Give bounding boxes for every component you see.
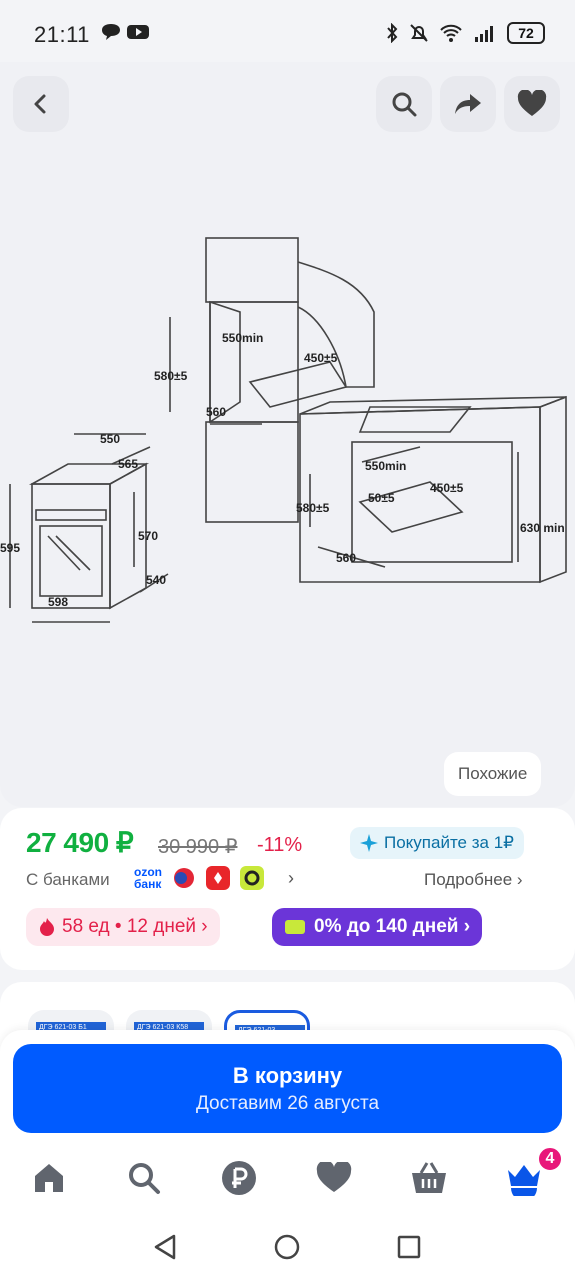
dim-label: 580±5 bbox=[296, 501, 330, 515]
chevron-left-icon bbox=[34, 94, 46, 114]
triangle-back-icon bbox=[154, 1234, 176, 1260]
add-to-cart-label: В корзину bbox=[232, 1062, 343, 1088]
details-link[interactable]: Подробнее › bbox=[424, 870, 523, 890]
card-icon bbox=[285, 920, 305, 934]
dim-label: 560 bbox=[336, 551, 356, 565]
tab-cart[interactable] bbox=[409, 1158, 449, 1198]
dim-label: 595 bbox=[0, 541, 20, 555]
nav-recents-button[interactable] bbox=[394, 1232, 424, 1262]
search-button[interactable] bbox=[376, 76, 432, 132]
dim-label: 450±5 bbox=[304, 351, 338, 365]
stock-label: 58 ед • 12 дней › bbox=[62, 916, 208, 937]
bottom-tab-bar bbox=[0, 1145, 575, 1213]
bank-logos[interactable]: ozon банк bbox=[134, 866, 264, 890]
status-icons: 72 bbox=[385, 22, 545, 44]
dim-label: 598 bbox=[48, 595, 68, 609]
search-icon bbox=[392, 92, 417, 117]
buy-for-1-promo[interactable]: Покупайте за 1₽ bbox=[350, 827, 524, 859]
product-image[interactable]: 550 565 570 598 595 540 550min 450±5 580… bbox=[0, 62, 575, 807]
home-icon bbox=[35, 1164, 63, 1192]
crown-profile-icon bbox=[508, 1165, 540, 1196]
bank-logo-2-icon bbox=[206, 866, 230, 890]
status-time: 21:11 bbox=[34, 22, 90, 47]
bank-logo-3-icon bbox=[240, 866, 264, 890]
current-price: 27 490 ₽ bbox=[26, 827, 134, 858]
signal-icon bbox=[475, 26, 493, 42]
dim-label: 550min bbox=[365, 459, 406, 473]
nav-back-button[interactable] bbox=[150, 1232, 180, 1262]
favorite-button[interactable] bbox=[504, 76, 560, 132]
discount-badge: -11% bbox=[257, 834, 303, 856]
ruble-icon bbox=[222, 1161, 256, 1195]
basket-icon bbox=[412, 1162, 446, 1193]
heart-icon bbox=[517, 90, 547, 116]
status-bar: 21:11 72 bbox=[0, 0, 575, 68]
tab-search[interactable] bbox=[124, 1158, 164, 1198]
nav-home-button[interactable] bbox=[272, 1232, 302, 1262]
dim-label: 560 bbox=[206, 405, 226, 419]
stock-chip[interactable]: 58 ед • 12 дней › bbox=[26, 908, 220, 946]
chat-icon bbox=[102, 24, 120, 40]
share-button[interactable] bbox=[440, 76, 496, 132]
similar-button[interactable]: Похожие bbox=[444, 752, 542, 796]
dim-label: 580±5 bbox=[154, 369, 188, 383]
circle-home-icon bbox=[274, 1234, 300, 1260]
square-recents-icon bbox=[397, 1235, 421, 1259]
wifi-icon bbox=[440, 24, 462, 42]
dim-label: 565 bbox=[118, 457, 138, 471]
cart-count-badge: 4 bbox=[537, 1146, 563, 1172]
installment-chip[interactable]: 0% до 140 дней › bbox=[272, 908, 483, 946]
installment-label: 0% до 140 дней › bbox=[314, 916, 471, 937]
ozon-bank-logo: ozon банк bbox=[134, 865, 162, 891]
dim-label: 550 bbox=[100, 432, 120, 446]
old-price: 30 990 ₽ bbox=[158, 836, 238, 858]
search-icon bbox=[129, 1163, 160, 1194]
buy-for-1-label: Покупайте за 1₽ bbox=[384, 833, 514, 852]
youtube-icon bbox=[127, 25, 149, 39]
dim-label: 630 min bbox=[520, 521, 565, 535]
installation-diagram: 550 565 570 598 595 540 550min 450±5 580… bbox=[0, 237, 567, 623]
bluetooth-icon bbox=[387, 23, 398, 43]
banks-label: С банками bbox=[26, 870, 110, 889]
dim-label: 550min bbox=[222, 331, 263, 345]
fire-icon bbox=[40, 918, 54, 936]
mute-icon bbox=[410, 24, 428, 42]
notification-icons bbox=[100, 22, 150, 42]
dim-label: 540 bbox=[146, 573, 166, 587]
sparkle-icon bbox=[360, 834, 378, 852]
add-to-cart-button[interactable]: В корзину Доставим 26 августа bbox=[13, 1044, 562, 1133]
tab-home[interactable] bbox=[29, 1158, 69, 1198]
share-icon bbox=[455, 94, 481, 114]
bank-logo-1-icon bbox=[172, 866, 196, 890]
heart-icon bbox=[316, 1162, 352, 1192]
back-button[interactable] bbox=[13, 76, 69, 132]
tab-payments[interactable] bbox=[219, 1158, 259, 1198]
delivery-date: Доставим 26 августа bbox=[195, 1092, 380, 1114]
tab-favorites[interactable] bbox=[314, 1158, 354, 1198]
banks-more-chevron[interactable]: › bbox=[288, 868, 294, 889]
dim-label: 50±5 bbox=[368, 491, 395, 505]
dim-label: 570 bbox=[138, 529, 158, 543]
dim-label: 450±5 bbox=[430, 481, 464, 495]
battery-indicator: 72 bbox=[507, 22, 545, 44]
